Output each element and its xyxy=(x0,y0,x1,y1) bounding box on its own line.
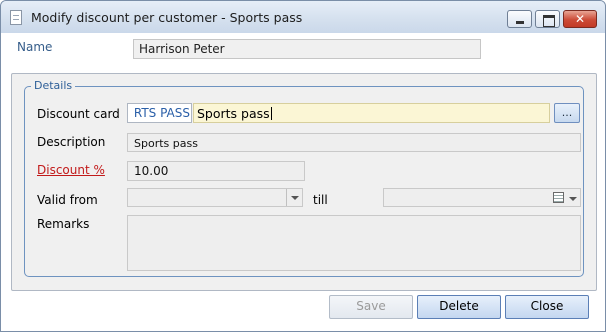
remarks-textarea[interactable] xyxy=(127,215,581,271)
remarks-label: Remarks xyxy=(37,217,90,231)
valid-from-combo[interactable] xyxy=(127,188,303,207)
minimize-button[interactable] xyxy=(507,10,532,28)
name-field: Harrison Peter xyxy=(133,39,481,59)
discount-card-label: Discount card xyxy=(37,107,120,121)
discount-percent-label: Discount % xyxy=(37,163,105,177)
till-date-picker[interactable] xyxy=(383,188,581,207)
description-label: Description xyxy=(37,135,106,149)
discount-card-input[interactable]: Sports pass xyxy=(193,103,550,123)
close-button[interactable]: Close xyxy=(505,295,589,319)
discount-card-lookup-button[interactable]: ... xyxy=(554,103,580,123)
discount-percent-field[interactable]: 10.00 xyxy=(127,161,305,181)
details-legend: Details xyxy=(31,79,76,92)
valid-from-label: Valid from xyxy=(37,193,98,207)
chevron-down-icon[interactable] xyxy=(569,197,577,201)
document-icon xyxy=(10,10,22,25)
dialog-window: Modify discount per customer - Sports pa… xyxy=(0,0,606,332)
dialog-body: Name Harrison Peter Details Discount car… xyxy=(1,33,605,331)
title-bar[interactable]: Modify discount per customer - Sports pa… xyxy=(1,1,605,33)
name-label: Name xyxy=(17,40,53,54)
till-label: till xyxy=(313,193,328,207)
customer-header: Name Harrison Peter xyxy=(1,33,605,71)
description-field[interactable]: Sports pass xyxy=(127,133,581,152)
chevron-down-icon[interactable] xyxy=(286,189,302,206)
discount-card-code-input[interactable]: RTS PASS xyxy=(127,103,192,123)
window-title: Modify discount per customer - Sports pa… xyxy=(31,10,303,25)
delete-button[interactable]: Delete xyxy=(417,295,501,319)
calendar-icon[interactable] xyxy=(553,192,564,203)
close-window-button[interactable] xyxy=(563,10,597,28)
save-button[interactable]: Save xyxy=(329,295,413,319)
maximize-button[interactable] xyxy=(535,10,560,28)
